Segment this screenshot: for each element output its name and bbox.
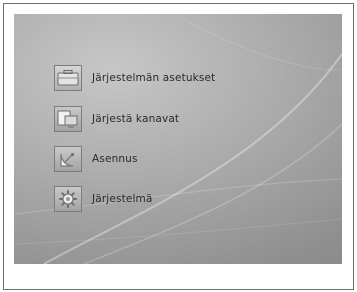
menu-item-label: Järjestä kanavat — [92, 113, 180, 125]
monitor-stack-icon — [54, 106, 82, 132]
tv-menu-screen: Järjestelmän asetukset Järjestä kanavat — [14, 14, 342, 264]
menu-item-system-settings[interactable]: Järjestelmän asetukset — [54, 64, 294, 92]
briefcase-icon — [54, 65, 82, 91]
menu-item-label: Järjestelmän asetukset — [92, 72, 216, 84]
gear-icon — [54, 186, 82, 212]
tv-menu-frame: Järjestelmän asetukset Järjestä kanavat — [3, 3, 354, 290]
background-waves — [14, 14, 342, 264]
menu-item-installation[interactable]: Asennus — [54, 145, 294, 173]
menu-item-organize-channels[interactable]: Järjestä kanavat — [54, 105, 294, 133]
satellite-dish-icon — [54, 146, 82, 172]
menu-item-label: Asennus — [92, 153, 138, 165]
menu-item-system[interactable]: Järjestelmä — [54, 185, 294, 213]
menu-item-label: Järjestelmä — [92, 193, 153, 205]
